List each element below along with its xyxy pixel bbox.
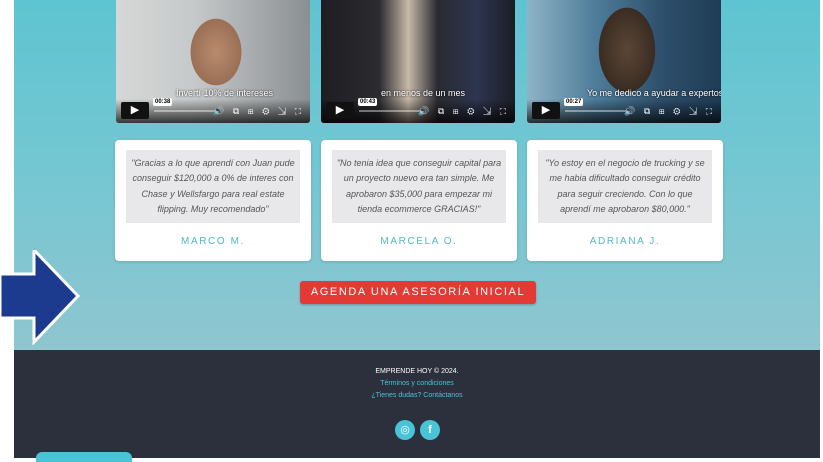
video-time: 00:38 [153, 98, 173, 106]
video-time: 00:27 [564, 98, 584, 106]
testimonial-quote: "Gracias a lo que aprendí con Juan pude … [126, 150, 300, 223]
video-caption: en menos de un mes [381, 88, 466, 98]
play-icon[interactable]: ▶ [532, 102, 560, 119]
video-caption: Yo me dedico a ayudar a expertos [587, 88, 721, 98]
play-icon[interactable]: ▶ [121, 102, 149, 119]
video-progress-bar[interactable] [359, 110, 421, 112]
play-icon[interactable]: ▶ [326, 102, 354, 119]
video-player-1[interactable]: Invertí 10% de intereses ▶ 00:38 🔊 ⧉ ⊞ ⚙… [116, 0, 310, 123]
floating-widget-tab[interactable] [36, 452, 132, 462]
terms-link[interactable]: Términos y condiciones [14, 380, 820, 387]
video-control-icons[interactable]: 🔊 ⧉ ⊞ ⚙ ⇲ ⛶ [213, 106, 304, 117]
video-control-icons[interactable]: 🔊 ⧉ ⊞ ⚙ ⇲ ⛶ [624, 106, 715, 117]
copyright-text: EMPRENDE HOY © 2024. [375, 368, 459, 375]
video-caption: Invertí 10% de intereses [176, 88, 274, 98]
testimonial-card-3: "Yo estoy en el negocio de trucking y se… [527, 140, 723, 261]
video-player-3[interactable]: Yo me dedico a ayudar a expertos ▶ 00:27… [527, 0, 721, 123]
testimonial-author: ADRIANA J. [589, 236, 661, 247]
video-progress-bar[interactable] [154, 110, 216, 112]
schedule-consultation-button[interactable]: AGENDA UNA ASESORÍA INICIAL [300, 281, 536, 304]
testimonial-quote: "Yo estoy en el negocio de trucking y se… [538, 150, 712, 223]
window-edge-left [0, 0, 14, 458]
contact-link[interactable]: ¿Tienes dudas? Contáctanos [14, 392, 820, 399]
testimonial-author: MARCO M. [181, 236, 245, 247]
facebook-icon[interactable]: f [420, 420, 440, 440]
site-footer: EMPRENDE HOY © 2024. Términos y condicio… [14, 350, 820, 458]
video-player-2[interactable]: en menos de un mes ▶ 00:43 🔊 ⧉ ⊞ ⚙ ⇲ ⛶ [321, 0, 515, 123]
instagram-icon[interactable]: ◎ [395, 420, 415, 440]
testimonial-quote: "No tenia idea que conseguir capital par… [332, 150, 506, 223]
video-progress-bar[interactable] [565, 110, 627, 112]
testimonial-card-2: "No tenia idea que conseguir capital par… [321, 140, 517, 261]
video-control-icons[interactable]: 🔊 ⧉ ⊞ ⚙ ⇲ ⛶ [418, 106, 509, 117]
video-time: 00:43 [358, 98, 378, 106]
testimonial-author: MARCELA O. [380, 236, 458, 247]
arrow-right-icon [0, 250, 80, 345]
testimonial-card-1: "Gracias a lo que aprendí con Juan pude … [115, 140, 311, 261]
